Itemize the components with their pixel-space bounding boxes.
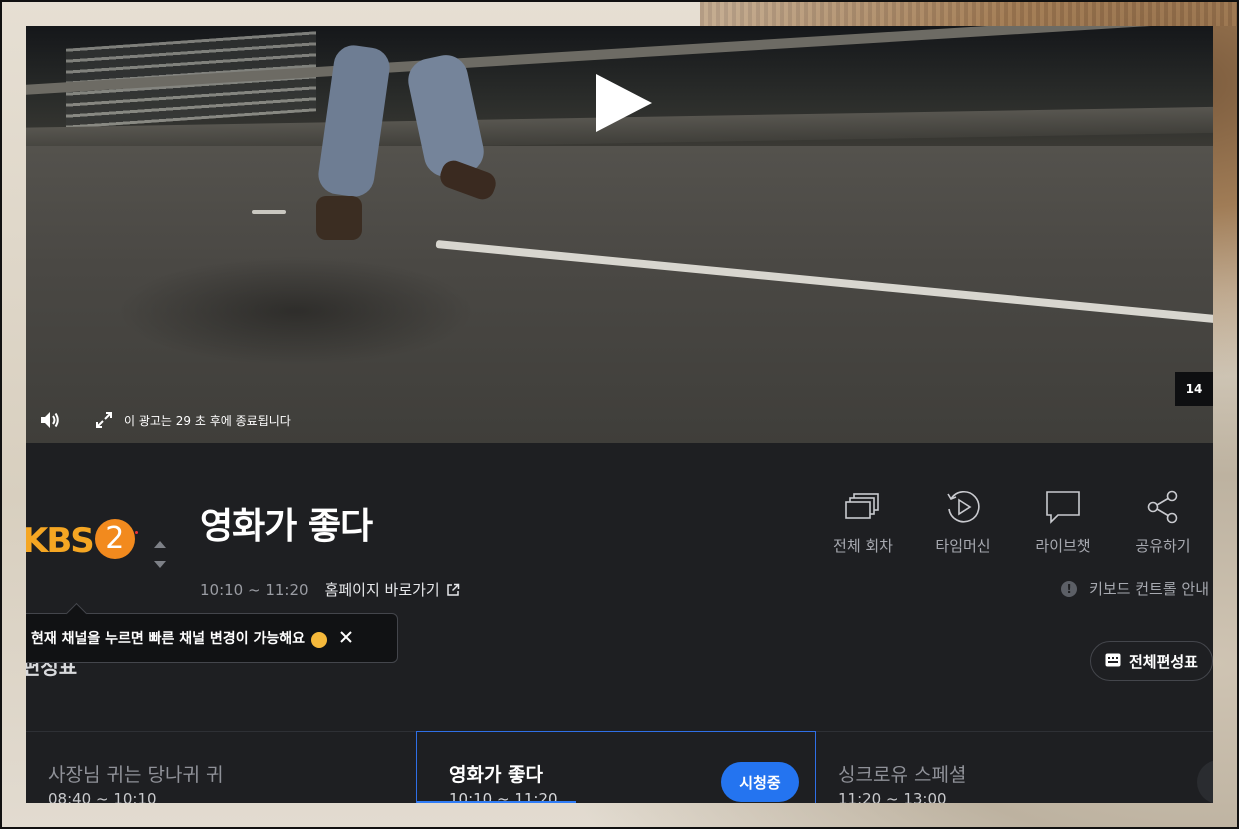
channel-up-icon[interactable] [154,541,166,548]
volume-icon[interactable] [38,408,62,432]
schedule-item-title: 싱크로유 스페셜 [838,764,967,786]
video-scene-lane-mark [252,210,286,214]
schedule-item-title: 사장님 귀는 당나귀 귀 [48,764,224,786]
now-watching-badge: 시청중 [721,762,799,802]
full-schedule-button[interactable]: 전체편성표 [1089,641,1213,681]
schedule-list: 사장님 귀는 당나귀 귀 08:40 ~ 10:10 영화가 좋다 10:10 … [26,731,1213,803]
channel-logo-dot [135,531,138,534]
share-label: 공유하기 [1135,537,1191,555]
channel-logo-number: 2 [94,519,135,559]
program-progress-bar [417,801,577,803]
smile-emoji-icon [310,632,327,648]
video-scene-shadow [116,256,476,366]
homepage-link[interactable]: 홈페이지 바로가기 [325,579,460,600]
livechat-label: 라이브챗 [1035,537,1091,555]
video-scene-person [315,26,506,246]
timemachine-icon [943,487,983,527]
program-actions: 전체 회차 타임머신 라이브챗 공유하기 [813,487,1213,556]
program-time: 10:10 ~ 11:20 [200,580,309,599]
timemachine-button[interactable]: 타임머신 [913,487,1013,556]
fullscreen-icon[interactable] [92,408,116,432]
ad-controls: 이 광고는 29 초 후에 종료됩니다 [38,406,291,434]
full-schedule-label: 전체편성표 [1128,652,1198,671]
chat-icon [1043,487,1083,527]
video-scene-shoe [316,196,362,240]
channel-tip-tooltip: 현재 채널을 누르면 빠른 채널 변경이 가능해요 [26,613,398,663]
schedule-item[interactable]: 사장님 귀는 당나귀 귀 08:40 ~ 10:10 [26,732,416,803]
program-meta: 10:10 ~ 11:20 홈페이지 바로가기 [200,579,460,600]
share-button[interactable]: 공유하기 [1113,487,1213,556]
share-icon [1143,487,1183,527]
external-link-icon [446,583,460,597]
channel-logo-kbs2[interactable]: KBS 2 [26,519,140,563]
close-icon[interactable] [339,630,355,646]
channel-switcher [153,541,167,577]
all-episodes-label: 전체 회차 [833,537,893,555]
tooltip-text: 현재 채널을 누르면 빠른 채널 변경이 가능해요 [31,631,305,647]
episodes-icon [843,487,883,527]
schedule-icon [1105,652,1121,671]
channel-logo-text: KBS [26,521,95,561]
program-info: KBS 2 영화가 좋다 10:10 ~ 11:20 홈페이지 바로가기 전체 … [26,443,1213,803]
play-icon[interactable] [592,72,654,134]
channel-down-icon[interactable] [154,561,166,568]
live-player-app: 이 광고는 29 초 후에 종료됩니다 14 KBS 2 영화가 좋다 10:10… [26,26,1213,803]
ad-countdown-text: 이 광고는 29 초 후에 종료됩니다 [124,413,291,428]
program-title: 영화가 좋다 [200,506,373,547]
timemachine-label: 타임머신 [935,537,991,555]
schedule-item-title: 영화가 좋다 [449,764,544,786]
schedule-item-current[interactable]: 영화가 좋다 10:10 ~ 11:20 시청중 [416,731,816,803]
schedule-item[interactable]: 싱크로유 스페셜 11:20 ~ 13:00 [816,732,1213,803]
video-player[interactable]: 이 광고는 29 초 후에 종료됩니다 14 [26,26,1213,443]
keyboard-guide-label: 키보드 컨트롤 안내 [1089,580,1209,598]
keyboard-guide-link[interactable]: ! 키보드 컨트롤 안내 [1061,578,1209,599]
schedule-item-time: 11:20 ~ 13:00 [838,790,947,803]
all-episodes-button[interactable]: 전체 회차 [813,487,913,556]
age-rating-badge: 14 [1175,372,1213,406]
video-scene-leg [315,42,393,200]
schedule-item-time: 08:40 ~ 10:10 [48,790,157,803]
info-icon: ! [1061,580,1078,597]
livechat-button[interactable]: 라이브챗 [1013,487,1113,556]
homepage-link-label: 홈페이지 바로가기 [324,581,440,599]
